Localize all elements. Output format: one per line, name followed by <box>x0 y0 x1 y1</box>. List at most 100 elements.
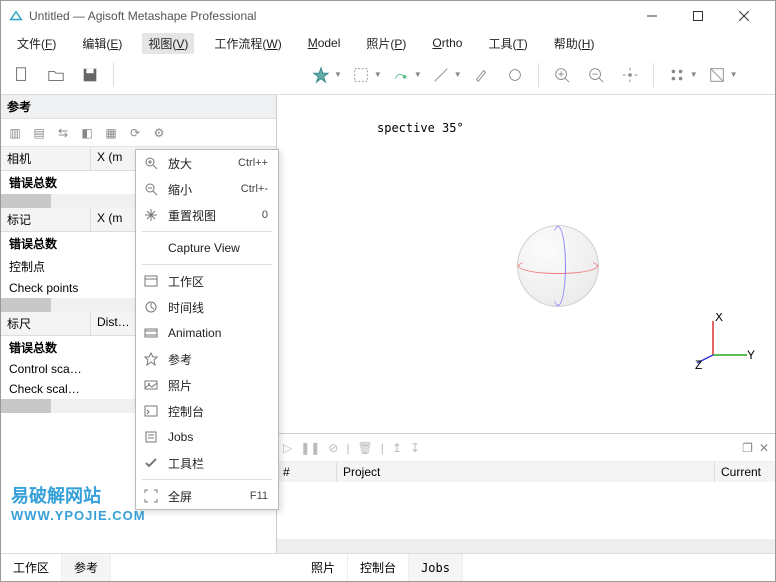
timeline-icon <box>142 298 160 316</box>
photos-icon <box>142 376 160 394</box>
convert-icon[interactable]: ⇆ <box>53 123 73 143</box>
svg-text:Y: Y <box>747 348 755 362</box>
footer-tab-工作区[interactable]: 工作区 <box>1 554 62 581</box>
menu-帮助[interactable]: 帮助(H) <box>548 33 601 54</box>
menu-item-重置视图[interactable]: 重置视图 0 <box>136 202 278 228</box>
focus-button[interactable] <box>615 60 645 90</box>
model-viewport[interactable]: spective 35° X Y Z <box>277 95 775 433</box>
view-menu-dropdown: 放大 Ctrl++ 缩小 Ctrl+- 重置视图 0 Capture View 工作区时间线 A… <box>135 149 279 510</box>
window-title: Untitled — Agisoft Metashape Professiona… <box>29 9 629 23</box>
zoom-out-button[interactable] <box>581 60 611 90</box>
main-toolbar: ▼ ▼ ▼ ▼ ▼ ▼ <box>1 55 775 95</box>
menu-item-Animation[interactable]: Animation <box>136 320 278 346</box>
menu-item-shortcut: 0 <box>262 209 268 221</box>
title-bar: Untitled — Agisoft Metashape Professiona… <box>1 1 775 31</box>
axis-gizmo-icon: X Y Z <box>695 313 755 373</box>
menu-item-label: 放大 <box>168 155 230 172</box>
menu-item-控制台[interactable]: 控制台 <box>136 398 278 424</box>
menu-照片[interactable]: 照片(P) <box>360 33 412 54</box>
menu-item-label: Animation <box>168 326 268 340</box>
menu-item-参考[interactable]: 参考 <box>136 346 278 372</box>
menu-item-label: 工作区 <box>168 273 268 290</box>
footer-tab-控制台[interactable]: 控制台 <box>348 554 409 581</box>
zoom-in-icon <box>142 154 160 172</box>
region-tool-button[interactable]: ▼ <box>386 60 422 90</box>
ruler-tool-button[interactable]: ▼ <box>426 60 462 90</box>
menu-item-label: Jobs <box>168 430 268 444</box>
refresh-icon[interactable]: ⟳ <box>125 123 145 143</box>
table-icon[interactable]: ▦ <box>101 123 121 143</box>
window-minimize-button[interactable] <box>629 1 675 31</box>
reference-icon <box>142 350 160 368</box>
jobs-panel: ▷ ❚❚ ⊘ | 🗑 | ↥ ↧ ❐ ✕ # Project Current <box>277 433 775 553</box>
menu-工作流程[interactable]: 工作流程(W) <box>208 33 287 54</box>
footer-tab-Jobs[interactable]: Jobs <box>409 554 463 581</box>
fullscreen-icon <box>142 487 160 505</box>
menu-item-缩小[interactable]: 缩小 Ctrl+- <box>136 176 278 202</box>
jobs-col-index[interactable]: # <box>277 462 337 482</box>
draw-tool-button[interactable] <box>500 60 530 90</box>
zoom-in-button[interactable] <box>547 60 577 90</box>
view-mode-button[interactable]: ▼ <box>702 60 738 90</box>
menu-item-照片[interactable]: 照片 <box>136 372 278 398</box>
menu-工具[interactable]: 工具(T) <box>482 33 533 54</box>
jobs-up-icon[interactable]: ↥ <box>392 441 402 455</box>
menu-item-label: 工具栏 <box>168 455 268 472</box>
menu-编辑[interactable]: 编辑(E) <box>76 33 128 54</box>
menu-item-工作区[interactable]: 工作区 <box>136 268 278 294</box>
open-file-button[interactable] <box>41 60 71 90</box>
jobs-toolbar: ▷ ❚❚ ⊘ | 🗑 | ↥ ↧ ❐ ✕ <box>277 434 775 462</box>
jobs-body <box>277 482 775 539</box>
window-maximize-button[interactable] <box>675 1 721 31</box>
marker-tool-button[interactable] <box>466 60 496 90</box>
menu-item-label: Capture View <box>168 241 268 255</box>
menu-item-时间线[interactable]: 时间线 <box>136 294 278 320</box>
save-button[interactable] <box>75 60 105 90</box>
jobs-pause-icon[interactable]: ❚❚ <box>300 441 320 455</box>
menu-item-label: 照片 <box>168 377 268 394</box>
console-icon <box>142 402 160 420</box>
menu-视图[interactable]: 视图(V) <box>142 33 194 54</box>
check-icon <box>142 454 160 472</box>
panel-restore-icon[interactable]: ❐ <box>742 441 753 455</box>
jobs-col-project[interactable]: Project <box>337 462 715 482</box>
import-icon[interactable]: ▥ <box>5 123 25 143</box>
menu-item-label: 缩小 <box>168 181 233 198</box>
menu-item-label: 重置视图 <box>168 207 254 224</box>
jobs-icon <box>142 428 160 446</box>
menu-文件[interactable]: 文件(F) <box>11 33 62 54</box>
display-mode-button[interactable]: ▼ <box>662 60 698 90</box>
reference-toolbar: ▥ ▤ ⇆ ◧ ▦ ⟳ ⚙ <box>1 119 276 147</box>
jobs-down-icon[interactable]: ↧ <box>410 441 420 455</box>
jobs-play-icon[interactable]: ▷ <box>283 441 292 455</box>
settings-icon[interactable]: ⚙ <box>149 123 169 143</box>
export-icon[interactable]: ▤ <box>29 123 49 143</box>
menu-Model[interactable]: Model <box>302 34 347 52</box>
navigate-tool-button[interactable]: ▼ <box>306 60 342 90</box>
jobs-scrollbar[interactable] <box>277 539 775 553</box>
footer-tab-参考[interactable]: 参考 <box>62 554 111 581</box>
svg-text:Z: Z <box>695 358 702 372</box>
menu-item-shortcut: F11 <box>250 490 268 502</box>
menu-item-全屏[interactable]: 全屏F11 <box>136 483 278 509</box>
camera-icon[interactable]: ◧ <box>77 123 97 143</box>
window-close-button[interactable] <box>721 1 767 31</box>
menu-item-label: 控制台 <box>168 403 268 420</box>
select-tool-button[interactable]: ▼ <box>346 60 382 90</box>
menu-Ortho[interactable]: Ortho <box>426 34 468 52</box>
footer-tab-照片[interactable]: 照片 <box>299 554 348 581</box>
menu-item-放大[interactable]: 放大 Ctrl++ <box>136 150 278 176</box>
menu-item-shortcut: Ctrl++ <box>238 157 268 169</box>
menu-item-Capture View[interactable]: Capture View <box>136 235 278 261</box>
jobs-delete-icon[interactable]: 🗑 <box>358 441 373 455</box>
trackball-sphere <box>517 225 599 307</box>
app-logo-icon <box>9 9 23 23</box>
new-file-button[interactable] <box>7 60 37 90</box>
panel-close-icon[interactable]: ✕ <box>759 441 769 455</box>
jobs-stop-icon[interactable]: ⊘ <box>328 441 338 455</box>
menu-item-Jobs[interactable]: Jobs <box>136 424 278 450</box>
right-area: spective 35° X Y Z ▷ ❚❚ ⊘ | 🗑 | ↥ <box>277 95 775 553</box>
menu-item-shortcut: Ctrl+- <box>241 183 268 195</box>
menu-item-工具栏[interactable]: 工具栏 <box>136 450 278 476</box>
jobs-col-current[interactable]: Current <box>715 462 775 482</box>
